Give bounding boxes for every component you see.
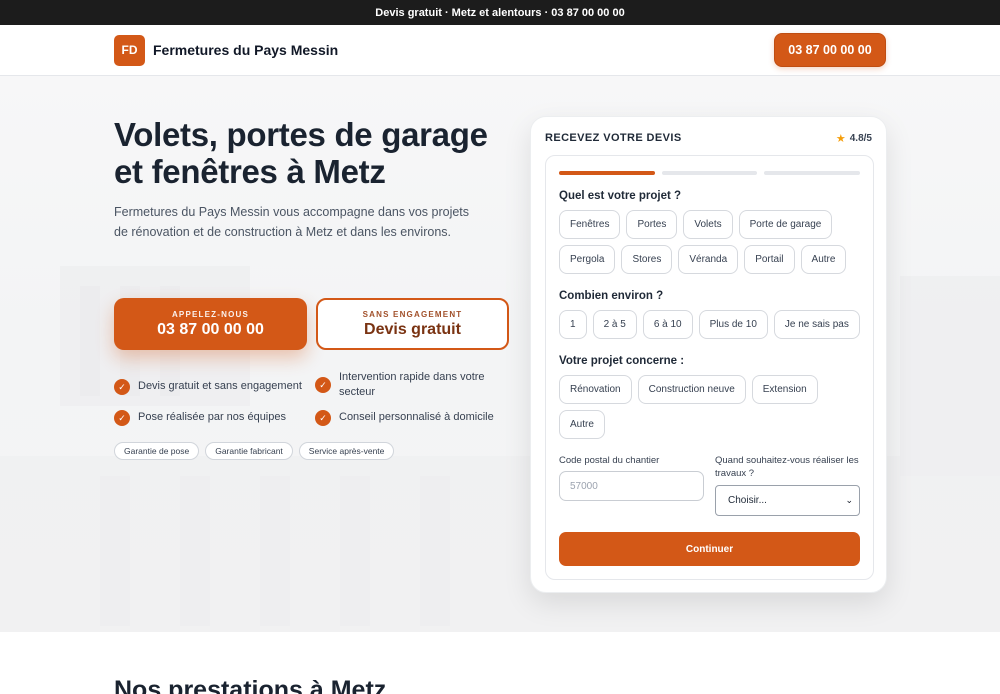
chevron-down-icon: ⌄: [845, 495, 853, 505]
option-volets[interactable]: Volets: [683, 210, 733, 239]
option-pergola[interactable]: Pergola: [559, 245, 616, 274]
option-je-ne-sais-pas[interactable]: Je ne sais pas: [773, 310, 860, 339]
cta-row: APPELEZ-NOUS 03 87 00 00 00 SANS ENGAGEM…: [114, 298, 509, 350]
project-question-label: Quel est votre projet ?: [559, 190, 682, 202]
feature-item: ✓ Devis gratuit et sans engagement: [114, 379, 304, 395]
option-2-a-5[interactable]: 2 à 5: [592, 310, 637, 339]
quote-form-header: RECEVEZ VOTRE DEVIS ★ 4.8/5: [531, 117, 886, 159]
option-autre[interactable]: Autre: [800, 245, 847, 274]
services-section-title: Nos prestations à Metz: [114, 676, 387, 694]
hero-title: Volets, portes de garage et fenêtres à M…: [114, 116, 514, 190]
timing-select[interactable]: Choisir... ⌄: [715, 485, 860, 516]
feature-item: ✓ Conseil personnalisé à domicile: [315, 410, 505, 426]
project-type-options: Rénovation Construction neuve Extension …: [559, 375, 864, 439]
option-veranda[interactable]: Véranda: [678, 245, 739, 274]
quote-form: Quel est votre projet ? Fenêtres Portes …: [545, 155, 874, 580]
option-extension[interactable]: Extension: [751, 375, 818, 404]
badge: Garantie fabricant: [205, 442, 293, 460]
quote-form-card: RECEVEZ VOTRE DEVIS ★ 4.8/5 Quel est vot…: [530, 116, 887, 593]
progress-step-1: [559, 171, 655, 175]
quantity-options: 1 2 à 5 6 à 10 Plus de 10 Je ne sais pas: [559, 310, 864, 339]
check-icon: ✓: [114, 379, 130, 395]
progress-bar: [559, 171, 861, 175]
progress-step-3: [764, 171, 861, 175]
call-us-number: 03 87 00 00 00: [157, 320, 264, 338]
option-renovation[interactable]: Rénovation: [559, 375, 632, 404]
call-us-caption: APPELEZ-NOUS: [171, 309, 250, 319]
postal-code-label: Code postal du chantier: [559, 455, 660, 466]
feature-item: ✓ Intervention rapide dans votre secteur: [315, 370, 505, 400]
option-fenetres[interactable]: Fenêtres: [559, 210, 621, 239]
option-portes[interactable]: Portes: [626, 210, 678, 239]
option-portail[interactable]: Portail: [744, 245, 795, 274]
badge: Service après-vente: [298, 442, 395, 460]
hero-title-line1: Volets, portes de garage: [114, 116, 488, 153]
feature-text: Conseil personnalisé à domicile: [339, 411, 494, 423]
brand[interactable]: FD Fermetures du Pays Messin: [114, 34, 339, 66]
announcement-text: Devis gratuit · Metz et alentours · 03 8…: [375, 6, 625, 19]
timing-label: Quand souhaitez-vous réaliser les travau…: [715, 455, 859, 479]
rating-value: 4.8/5: [849, 132, 872, 144]
free-quote-button[interactable]: SANS ENGAGEMENT Devis gratuit: [316, 298, 509, 350]
call-us-button[interactable]: APPELEZ-NOUS 03 87 00 00 00: [114, 298, 307, 350]
option-6-a-10[interactable]: 6 à 10: [642, 310, 693, 339]
feature-item: ✓ Pose réalisée par nos équipes: [114, 410, 304, 426]
free-quote-label: Devis gratuit: [364, 320, 461, 338]
continue-button[interactable]: Continuer: [559, 532, 860, 566]
hero-content: Volets, portes de garage et fenêtres à M…: [114, 116, 514, 460]
option-plus-de-10[interactable]: Plus de 10: [698, 310, 768, 339]
option-construction-neuve[interactable]: Construction neuve: [637, 375, 746, 404]
brand-logo: FD: [114, 34, 145, 66]
check-icon: ✓: [315, 410, 331, 426]
feature-text: Pose réalisée par nos équipes: [138, 411, 286, 423]
option-porte-de-garage[interactable]: Porte de garage: [738, 210, 833, 239]
brand-name: Fermetures du Pays Messin: [153, 42, 339, 58]
check-icon: ✓: [315, 377, 331, 393]
progress-step-2: [661, 171, 758, 175]
rating: ★ 4.8/5: [836, 132, 872, 145]
option-1[interactable]: 1: [559, 310, 587, 339]
hero-title-line2: et fenêtres à Metz: [114, 153, 386, 190]
quantity-question-label: Combien environ ?: [559, 290, 664, 302]
check-icon: ✓: [114, 410, 130, 426]
free-quote-caption: SANS ENGAGEMENT: [362, 309, 463, 319]
star-icon: ★: [835, 132, 846, 145]
feature-text: Intervention rapide dans votre secteur: [339, 371, 485, 398]
guarantee-badges: Garantie de pose Garantie fabricant Serv…: [114, 442, 395, 460]
hero-section: Volets, portes de garage et fenêtres à M…: [0, 76, 1000, 632]
top-announcement-bar: Devis gratuit · Metz et alentours · 03 8…: [0, 0, 1000, 25]
postal-code-placeholder: 57000: [570, 480, 598, 492]
site-header: FD Fermetures du Pays Messin 03 87 00 00…: [0, 25, 1000, 76]
postal-code-input[interactable]: 57000: [559, 471, 704, 501]
header-phone-button[interactable]: 03 87 00 00 00: [774, 33, 886, 67]
badge: Garantie de pose: [114, 442, 200, 460]
option-autre-type[interactable]: Autre: [559, 410, 605, 439]
option-stores[interactable]: Stores: [621, 245, 673, 274]
project-type-question-label: Votre projet concerne :: [559, 355, 685, 367]
quote-form-title: RECEVEZ VOTRE DEVIS: [545, 132, 682, 144]
project-options: Fenêtres Portes Volets Porte de garage P…: [559, 210, 864, 274]
hero-intro: Fermetures du Pays Messin vous accompagn…: [114, 205, 470, 239]
timing-select-value: Choisir...: [728, 495, 767, 506]
feature-text: Devis gratuit et sans engagement: [138, 380, 302, 392]
